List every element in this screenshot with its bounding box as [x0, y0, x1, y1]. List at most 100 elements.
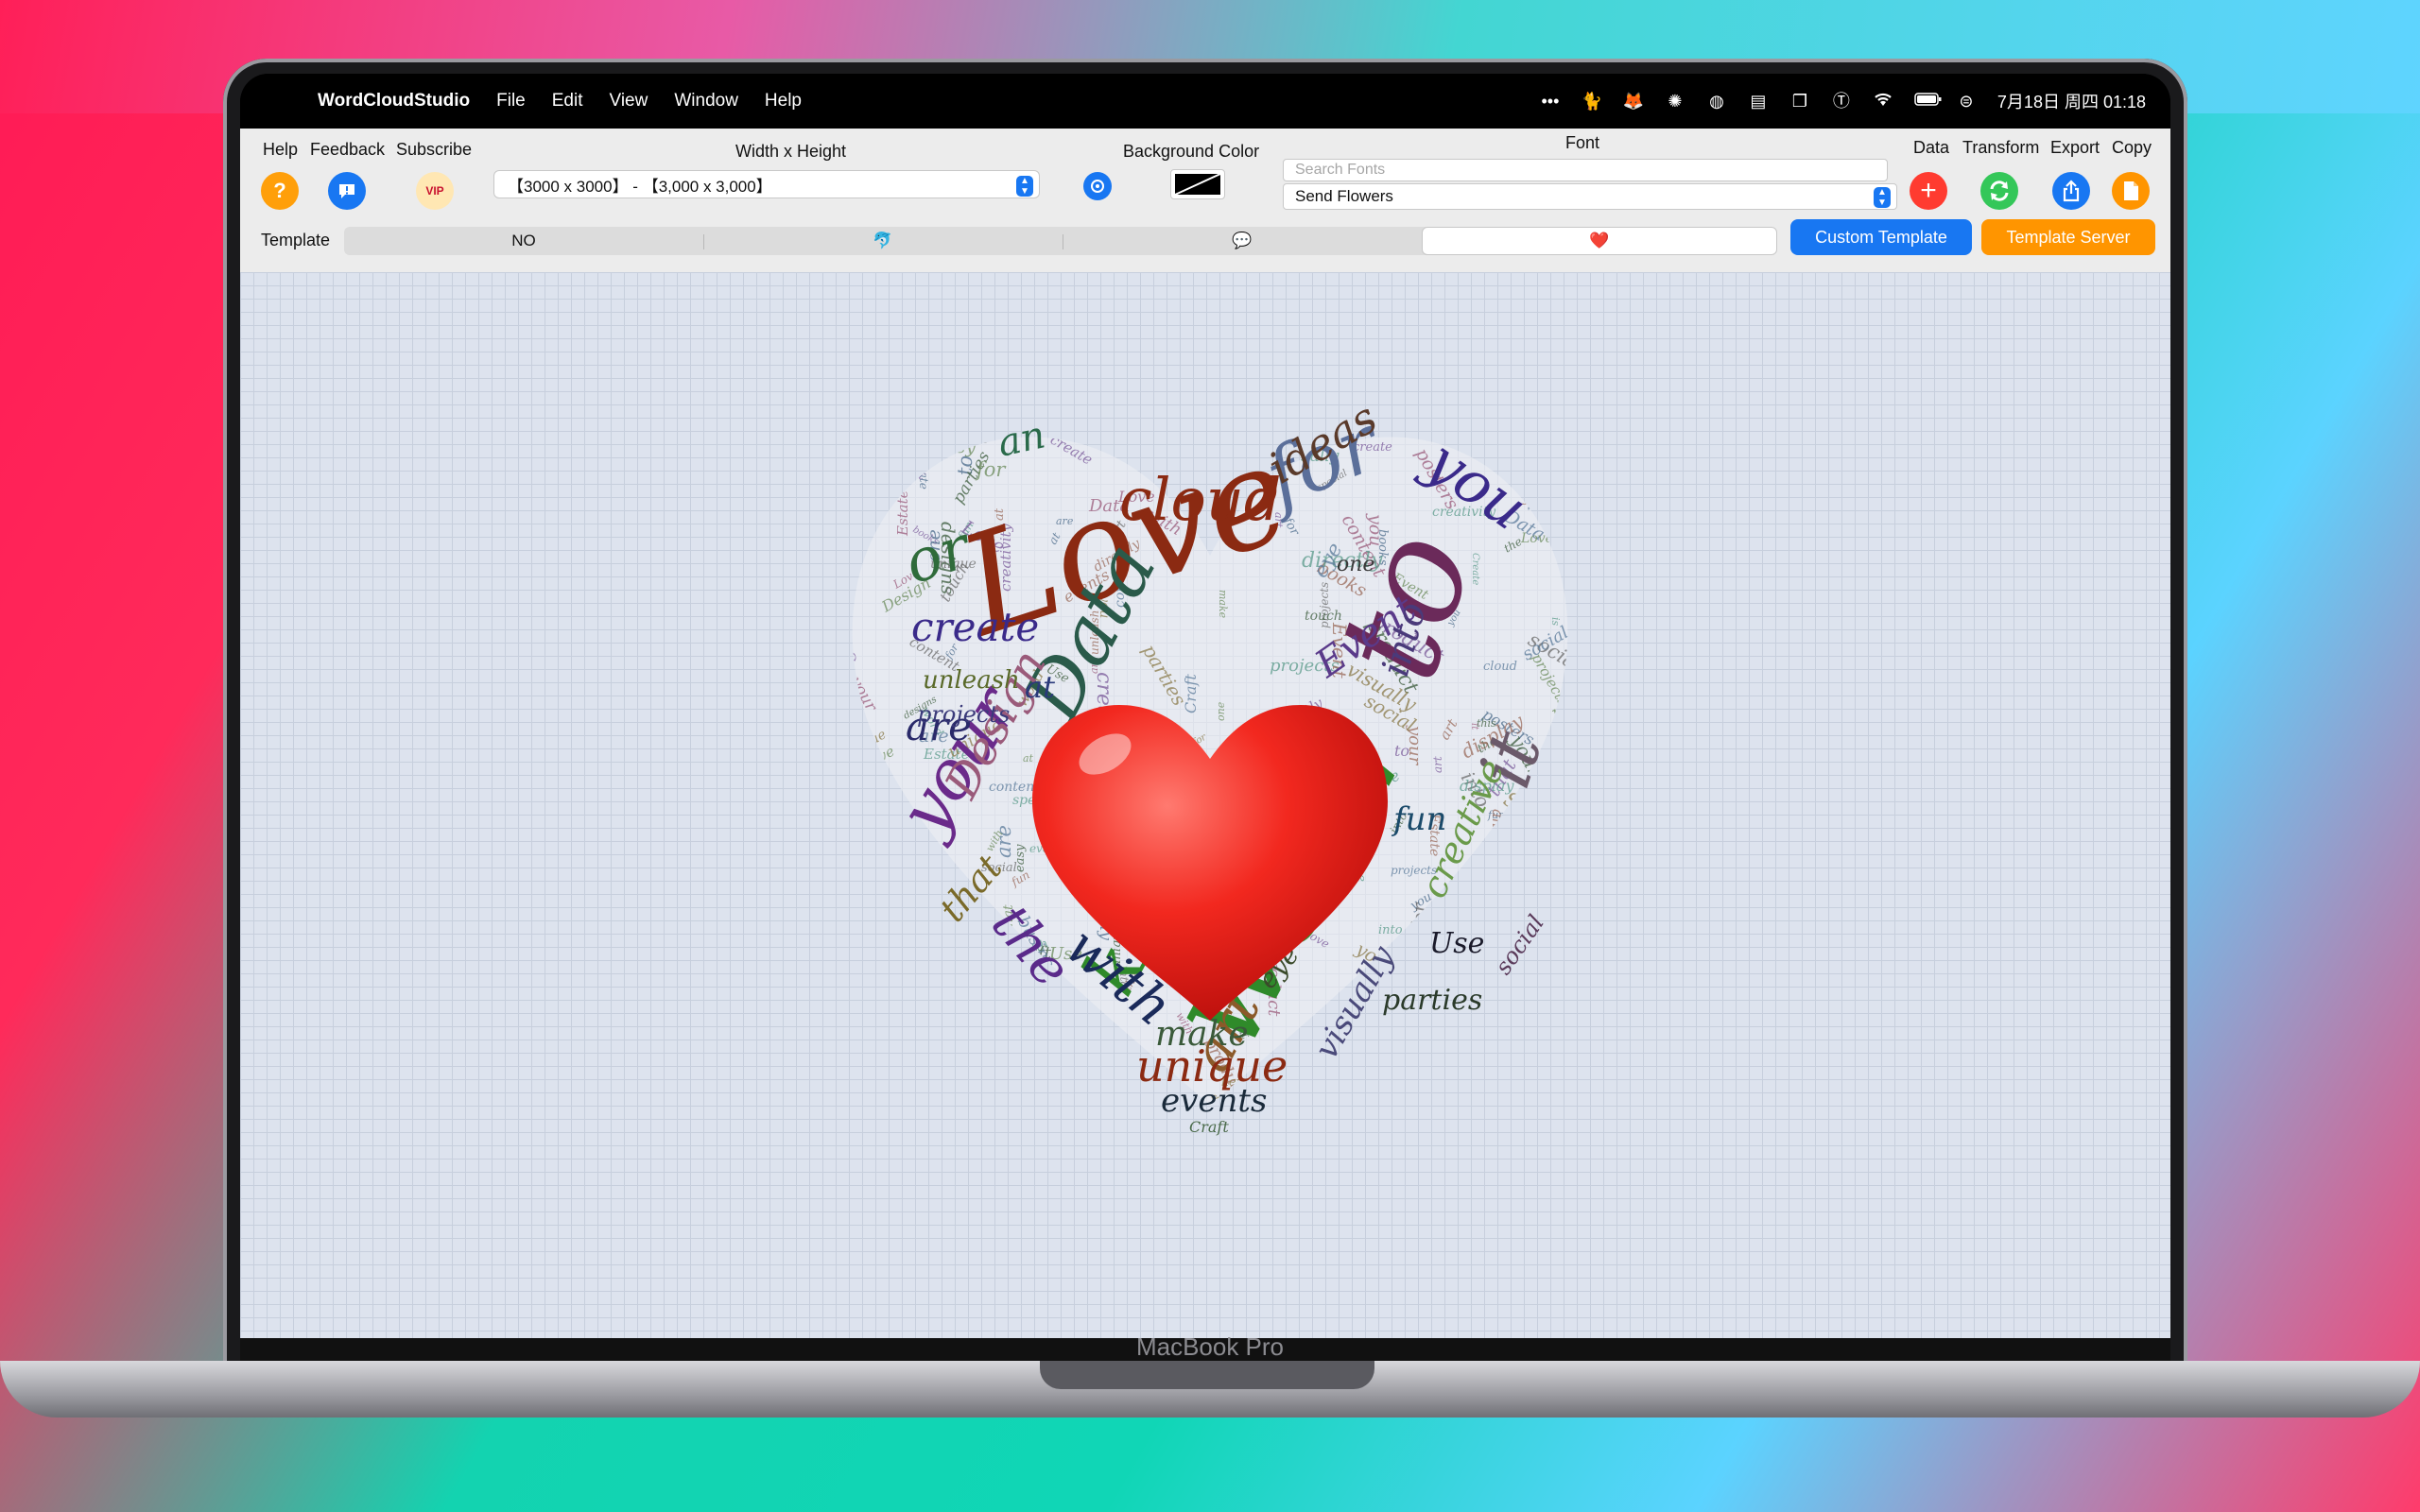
cloud-filler-word: clouds — [1556, 868, 1595, 899]
cloud-filler-word: make — [1451, 1030, 1474, 1082]
template-option-heart[interactable]: ❤️ — [1422, 227, 1777, 255]
canvas-size-select[interactable]: 【3000 x 3000】 - 【3,000 x 3,000】 ▲ ▼ — [493, 170, 1040, 198]
copy-button[interactable] — [2112, 172, 2150, 210]
cloud-word-social: social — [1490, 910, 1549, 979]
cloud-filler-word: create — [1055, 1055, 1113, 1075]
transform-button[interactable] — [1980, 172, 2018, 210]
feedback-bubble-icon — [339, 184, 354, 198]
cloud-filler-word: cloud — [1483, 660, 1517, 674]
cloud-filler-word: Craft — [1182, 674, 1200, 713]
refresh-icon — [1990, 180, 2009, 201]
globe-status-icon[interactable]: ◍ — [1706, 91, 1727, 112]
cloud-word-create: create — [911, 604, 1039, 650]
cloud-filler-word: for — [1409, 902, 1431, 934]
cloud-filler-word: projects — [1408, 1093, 1440, 1137]
cloud-word-use: Use — [1429, 927, 1484, 960]
window-status-icon[interactable]: ❐ — [1789, 91, 1810, 112]
font-search-placeholder: Search Fonts — [1295, 162, 1386, 178]
size-stepper-icon: ▲ ▼ — [1016, 176, 1033, 197]
device-label: MacBook Pro — [1135, 1332, 1285, 1361]
template-option-none[interactable]: NO — [344, 227, 703, 255]
cloud-filler-word: the — [963, 429, 990, 448]
app-name-menu[interactable]: WordCloudStudio — [318, 91, 470, 112]
apple-menu-icon[interactable] — [265, 91, 285, 112]
control-center-icon[interactable]: ⊜ — [1956, 91, 1977, 112]
menu-view[interactable]: View — [610, 91, 648, 112]
copy-label: Copy — [2112, 138, 2152, 157]
data-label: Data — [1913, 138, 1950, 157]
menu-help[interactable]: Help — [765, 91, 802, 112]
cloud-filler-word: easy — [1471, 894, 1494, 921]
background-color-well[interactable] — [1170, 169, 1225, 199]
cloud-filler-word: eye — [1398, 1076, 1428, 1110]
openai-status-icon[interactable]: ✺ — [1665, 91, 1685, 112]
battery-icon[interactable] — [1914, 91, 1942, 112]
cloud-filler-word: it — [1539, 953, 1554, 975]
cloud-word-projects: projects — [917, 701, 1010, 728]
cat-status-icon[interactable]: 🐈 — [1582, 91, 1602, 112]
background-color-label: Background Color — [1123, 142, 1260, 161]
cloud-filler-word: into — [1378, 923, 1403, 937]
template-option-dolphin[interactable]: 🐬 — [703, 227, 1063, 255]
menu-bar: WordCloudStudio File Edit View Window He… — [240, 74, 2170, 129]
cloud-filler-word: easy — [1483, 877, 1517, 905]
help-button[interactable]: ? — [261, 172, 299, 210]
laptop-screen: WordCloudStudio File Edit View Window He… — [240, 74, 2170, 1361]
feedback-button[interactable] — [328, 172, 366, 210]
cloud-word-craft: Craft — [1189, 1118, 1229, 1136]
cloud-word-cloud: cloud — [1119, 465, 1282, 534]
font-search-input[interactable]: Search Fonts — [1283, 159, 1888, 181]
cloud-filler-word: easy — [1356, 1040, 1391, 1058]
add-data-button[interactable]: + — [1910, 172, 1947, 210]
cloud-word-make: make — [1155, 1015, 1249, 1054]
cloud-filler-word: easy — [935, 437, 976, 457]
font-select[interactable]: Send Flowers ▲ ▼ — [1283, 183, 1897, 210]
fox-status-icon[interactable]: 🦊 — [1623, 91, 1644, 112]
template-label: Template — [261, 231, 331, 249]
cloud-filler-word: product — [1547, 438, 1590, 469]
clipboard-status-icon[interactable]: ▤ — [1748, 91, 1769, 112]
cloud-filler-word: fun — [1040, 1064, 1064, 1081]
size-label: Width x Height — [735, 142, 847, 161]
speech-bubble-icon: 💬 — [1232, 232, 1253, 249]
transform-label: Transform — [1962, 138, 2040, 157]
text-status-icon[interactable]: Ⓣ — [1831, 91, 1852, 112]
word-cloud-canvas[interactable]: projectstheUsefuntoEventprojectsspeciala… — [240, 272, 2170, 1338]
cloud-filler-word: at — [1539, 1040, 1567, 1070]
more-icon[interactable]: ••• — [1540, 91, 1561, 112]
export-button[interactable] — [2052, 172, 2090, 210]
share-icon — [2063, 180, 2080, 202]
cloud-filler-word: content — [1548, 844, 1597, 858]
wifi-icon[interactable] — [1873, 91, 1893, 112]
cloud-word-unleash: unleash — [923, 666, 1020, 695]
cloud-word-events: events — [1161, 1082, 1267, 1120]
menu-bar-clock[interactable]: 7月18日 周四 01:18 — [1997, 89, 2146, 113]
cloud-word-at: at — [1025, 669, 1055, 705]
menu-edit[interactable]: Edit — [552, 91, 583, 112]
subscribe-vip-button[interactable]: VIP — [416, 172, 454, 210]
cloud-filler-word: one — [1215, 701, 1227, 721]
cloud-word-parties: parties — [1382, 984, 1482, 1017]
cloud-filler-word: clouds — [1496, 403, 1519, 465]
gear-icon — [1091, 180, 1104, 193]
menu-file[interactable]: File — [496, 91, 526, 112]
template-option-speech-bubble[interactable]: 💬 — [1063, 227, 1422, 255]
template-segmented-control: NO 🐬 💬 ❤️ — [344, 227, 1777, 255]
custom-template-button[interactable]: Custom Template — [1790, 219, 1972, 255]
cloud-filler-word: Create — [842, 651, 857, 696]
template-server-button[interactable]: Template Server — [1981, 219, 2155, 255]
subscribe-label: Subscribe — [396, 140, 473, 159]
cloud-filler-word: easy — [1548, 707, 1598, 748]
cloud-filler-word: Estate — [867, 444, 932, 467]
menu-window[interactable]: Window — [674, 91, 738, 112]
feedback-label: Feedback — [310, 140, 386, 159]
cloud-word-one: one — [1337, 553, 1374, 576]
cloud-filler-word: Design — [877, 936, 931, 954]
dolphin-icon: 🐬 — [873, 232, 893, 249]
canvas-size-value: 【3000 x 3000】 - 【3,000 x 3,000】 — [508, 177, 772, 196]
size-settings-button[interactable] — [1083, 172, 1112, 200]
cloud-filler-word: to — [1416, 922, 1429, 936]
cloud-filler-word: key — [856, 798, 878, 832]
word-cloud-image: projectstheUsefuntoEventprojectsspeciala… — [842, 392, 1598, 1137]
cloud-filler-word: directly — [882, 894, 939, 936]
